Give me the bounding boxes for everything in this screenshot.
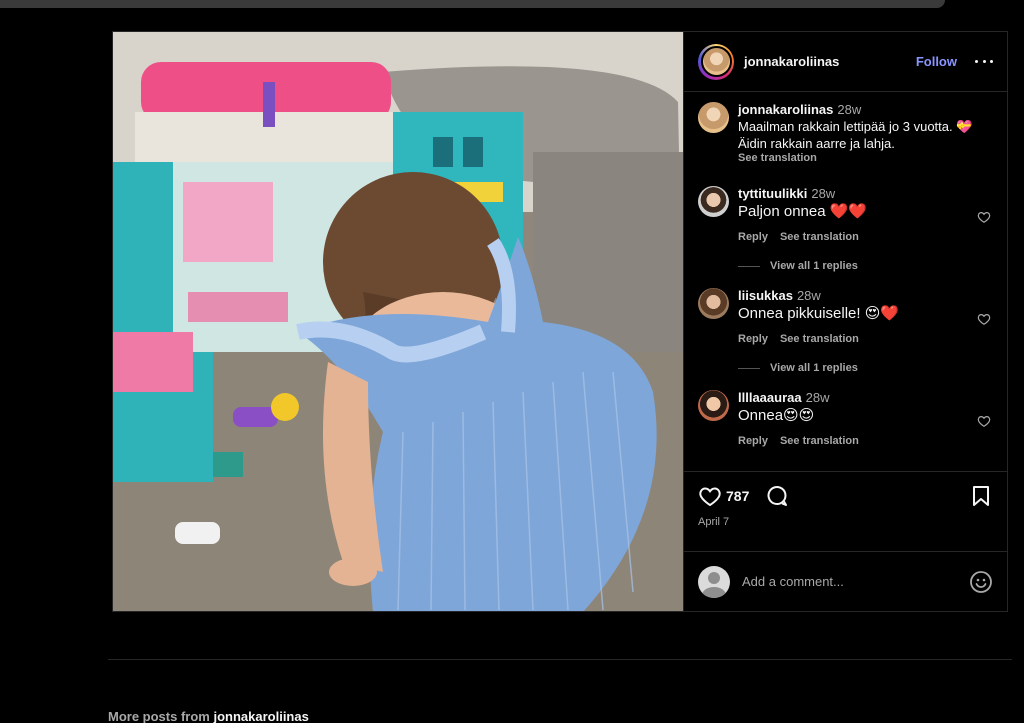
comment-time: 28w [811, 186, 836, 201]
comment-text: Onnea pikkuiselle! 😍❤️ [738, 305, 900, 322]
caption-avatar[interactable] [698, 102, 729, 133]
like-heart-icon[interactable] [698, 484, 722, 508]
comment-username[interactable]: tyttituulikki [738, 186, 807, 201]
caption-username[interactable]: jonnakaroliinas [738, 102, 833, 117]
section-divider [108, 659, 1012, 660]
more-posts-prefix: More posts from [108, 709, 210, 723]
see-translation-button[interactable]: See translation [780, 231, 859, 243]
follow-button[interactable]: Follow [916, 54, 957, 69]
view-replies-link[interactable]: View all 1 replies [738, 362, 993, 374]
comment-like-heart-icon[interactable] [977, 312, 991, 326]
comment-time: 28w [805, 390, 830, 405]
comment-username[interactable]: llllaaauraa [738, 390, 802, 405]
caption-time: 28w [837, 102, 862, 117]
post-sidebar: jonnakaroliinas Follow jonnakaroliinas 28… [683, 32, 1007, 611]
reply-button[interactable]: Reply [738, 231, 768, 243]
see-translation-button[interactable]: See translation [780, 435, 859, 447]
more-options-icon[interactable] [975, 60, 993, 63]
comment-text: Onnea😍😍 [738, 407, 815, 424]
caption-line-2: Äidin rakkain aarre ja lahja. [738, 136, 895, 151]
comment-like-heart-icon[interactable] [977, 414, 991, 428]
post-header: jonnakaroliinas Follow [684, 32, 1007, 92]
add-comment-bar [684, 551, 1007, 611]
reply-button[interactable]: Reply [738, 435, 768, 447]
caption-line-1: Maailman rakkain lettipää jo 3 vuotta. 💝 [738, 119, 973, 134]
author-username[interactable]: jonnakaroliinas [744, 54, 839, 69]
comment-avatar[interactable] [698, 390, 729, 421]
post-date[interactable]: April 7 [698, 516, 993, 528]
view-replies-link[interactable]: View all 1 replies [738, 260, 993, 272]
photo-illustration [113, 32, 683, 611]
comment-text: Paljon onnea ❤️❤️ [738, 203, 868, 220]
post-card: jonnakaroliinas Follow jonnakaroliinas 28… [112, 31, 1008, 612]
more-posts-heading: More posts from jonnakaroliinas [108, 709, 309, 723]
reply-button[interactable]: Reply [738, 333, 768, 345]
comment-like-heart-icon[interactable] [977, 210, 991, 224]
comment-avatar[interactable] [698, 186, 729, 217]
more-posts-username[interactable]: jonnakaroliinas [213, 709, 308, 723]
comment-item: llllaaauraa 28w Onnea😍😍 Reply See translat… [698, 390, 993, 447]
comment-time: 28w [796, 288, 821, 303]
comment-username[interactable]: liisukkas [738, 288, 793, 303]
browser-top-bar [0, 0, 945, 8]
post-actions: 787 April 7 [684, 471, 1007, 551]
comment-avatar[interactable] [698, 288, 729, 319]
comment-icon[interactable] [765, 484, 789, 508]
caption: jonnakaroliinas 28w Maailman rakkain lett… [698, 102, 993, 164]
add-comment-input[interactable] [742, 574, 969, 589]
like-count[interactable]: 787 [726, 488, 749, 504]
caption-see-translation[interactable]: See translation [738, 152, 817, 164]
author-avatar[interactable] [698, 43, 734, 80]
comment-item: liisukkas 28w Onnea pikkuiselle! 😍❤️ Repl… [698, 288, 993, 345]
emoji-icon[interactable] [969, 570, 993, 594]
bookmark-icon[interactable] [969, 484, 993, 508]
see-translation-button[interactable]: See translation [780, 333, 859, 345]
current-user-avatar[interactable] [698, 565, 730, 598]
comments-list[interactable]: jonnakaroliinas 28w Maailman rakkain lett… [684, 92, 1007, 471]
post-photo[interactable] [113, 32, 683, 611]
comment-item: tyttituulikki 28w Paljon onnea ❤️❤️ Reply… [698, 186, 993, 243]
